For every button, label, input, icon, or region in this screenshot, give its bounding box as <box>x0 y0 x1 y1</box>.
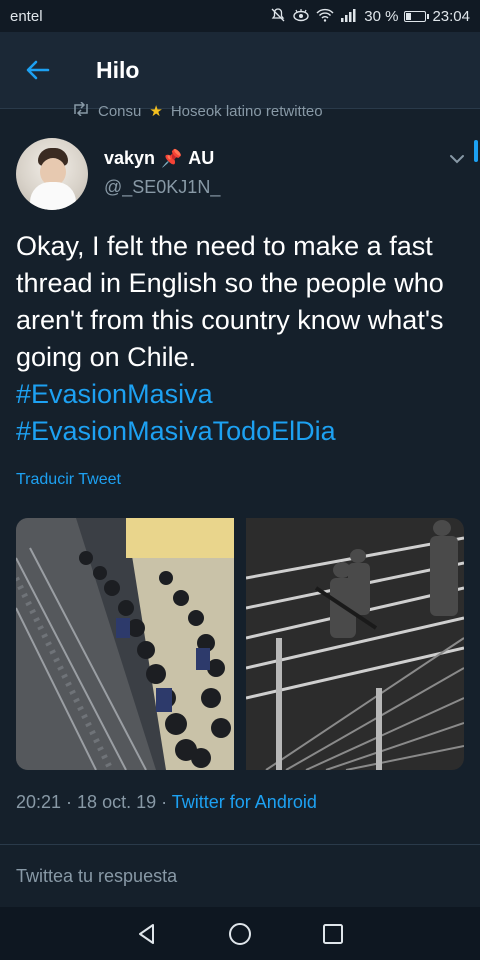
status-icons: 30 % 23:04 <box>270 7 470 25</box>
battery-icon <box>404 10 430 22</box>
retweeter-name-suffix: Hoseok latino retwitteo <box>170 102 323 120</box>
arrow-left-icon <box>26 60 50 80</box>
system-nav-bar <box>0 907 480 960</box>
author-handle: @_SE0KJ1N_ <box>104 177 221 197</box>
battery-percent: 30 % <box>364 7 399 25</box>
avatar-body <box>30 182 76 210</box>
author-name: vakyn 📌 AU <box>104 148 220 169</box>
back-button[interactable] <box>18 50 58 90</box>
retweet-icon <box>72 101 90 120</box>
tweet-meta: 20:21 · 18 oct. 19 · Twitter for Android <box>16 792 317 813</box>
author-name-suffix: AU <box>188 148 215 168</box>
nav-recents-button[interactable] <box>313 914 353 954</box>
avatar[interactable] <box>16 138 88 210</box>
nav-home-button[interactable] <box>220 914 260 954</box>
status-bar: entel 30 % 23:04 <box>0 0 480 32</box>
star-emoji-icon: ★ <box>149 103 163 120</box>
translate-tweet-link[interactable]: Traducir Tweet <box>16 471 121 489</box>
hashtag-link[interactable]: #EvasionMasiva <box>16 376 468 413</box>
pushpin-emoji-icon: 📌 <box>161 148 183 168</box>
mute-icon <box>270 7 286 25</box>
chevron-down-icon <box>450 155 464 164</box>
tweet-text: Okay, I felt the need to make a fast thr… <box>16 231 444 372</box>
clock: 23:04 <box>432 7 470 25</box>
nav-back-button[interactable] <box>127 914 167 954</box>
app-bar: Hilo <box>0 32 480 109</box>
retweet-attribution[interactable]: Consu ★ Hoseok latino retwitteo <box>72 101 323 120</box>
reply-input[interactable] <box>16 865 464 887</box>
retweeter-name-prefix: Consu <box>98 102 142 120</box>
author-name-text: vakyn <box>104 148 156 168</box>
scroll-indicator <box>474 140 478 162</box>
home-circle-icon <box>228 922 251 945</box>
carrier-label: entel <box>10 7 43 25</box>
signal-icon <box>340 8 358 24</box>
tweet-photo-crowd[interactable] <box>16 518 234 770</box>
author-block[interactable]: vakyn 📌 AU @_SE0KJ1N_ <box>104 148 220 198</box>
recents-square-icon <box>323 923 344 944</box>
tweet-photo-soldiers[interactable] <box>246 518 464 770</box>
hashtag-link[interactable]: #EvasionMasivaTodoElDia <box>16 413 468 450</box>
tweet-body: Okay, I felt the need to make a fast thr… <box>16 228 468 450</box>
tweet-options-button[interactable] <box>446 148 468 170</box>
eye-comfort-icon <box>292 8 310 24</box>
reply-bar <box>0 845 480 907</box>
photo-soldiers-image <box>246 518 464 770</box>
battery-fill <box>406 12 412 20</box>
photo-crowd-image <box>16 518 234 770</box>
page-title: Hilo <box>96 56 140 83</box>
tweet-source-link[interactable]: Twitter for Android <box>172 792 317 812</box>
tweet-timestamp: 20:21 · 18 oct. 19 · <box>16 792 172 812</box>
back-triangle-icon <box>138 923 154 944</box>
wifi-icon <box>316 8 334 24</box>
